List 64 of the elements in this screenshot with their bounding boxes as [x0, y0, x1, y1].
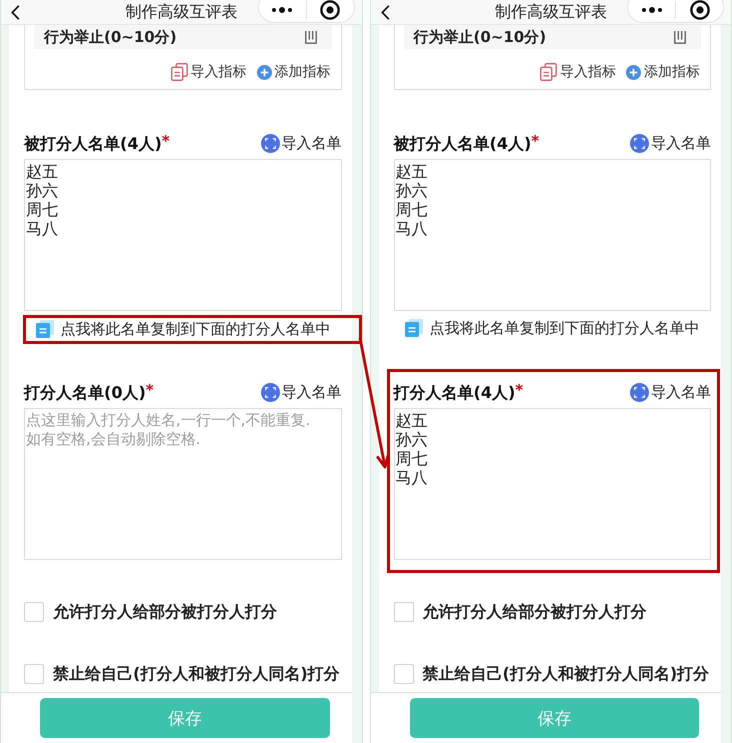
document-icon [405, 319, 424, 337]
add-criteria-button[interactable]: 添加指标 [626, 63, 700, 81]
name-entry: 赵五 [396, 411, 428, 430]
criteria-label: 行为举止(0~10分) [414, 28, 546, 46]
name-entry: 马八 [396, 219, 428, 238]
name-entry: 周七 [396, 449, 428, 468]
option-label: 禁止给自己(打分人和被打分人同名)打分 [422, 664, 710, 684]
document-icon [36, 320, 54, 338]
trash-icon[interactable] [674, 30, 686, 44]
expand-icon [260, 382, 280, 402]
plus-circle-icon [256, 64, 272, 80]
import-criteria-button[interactable]: 导入指标 [540, 63, 616, 81]
section-label: 被打分人名单(4人) [394, 134, 532, 152]
name-entry: 孙六 [396, 181, 428, 200]
circle-dot-icon[interactable] [320, 0, 340, 20]
criteria-label: 行为举止(0~10分) [44, 28, 177, 46]
checkbox[interactable] [394, 664, 414, 684]
import-list-button[interactable]: 导入名单 [260, 134, 342, 152]
documents-icon [540, 63, 557, 81]
required-mark: * [162, 132, 170, 150]
page-title: 制作高级互评表 [125, 2, 238, 22]
required-mark: * [531, 132, 540, 150]
name-entry: 孙六 [396, 430, 428, 449]
import-list-button[interactable]: 导入名单 [630, 382, 711, 402]
trash-icon[interactable] [304, 30, 316, 44]
required-mark: * [146, 380, 154, 398]
section-label: 打分人名单(4人) [394, 382, 516, 402]
import-criteria-button[interactable]: 导入指标 [170, 63, 246, 81]
name-entry: 孙六 [26, 181, 58, 200]
add-criteria-button[interactable]: 添加指标 [256, 63, 330, 81]
option-label: 允许打分人给部分被打分人打分 [53, 602, 277, 622]
option-label: 允许打分人给部分被打分人打分 [422, 602, 646, 622]
checkbox[interactable] [24, 664, 44, 684]
circle-dot-icon[interactable] [690, 0, 710, 20]
copy-list-link[interactable]: 点我将此名单复制到下面的打分人名单中 [36, 320, 330, 338]
checkbox[interactable] [394, 602, 414, 622]
section-label: 被打分人名单(4人) [24, 134, 162, 152]
expand-icon [630, 134, 649, 152]
names-textarea[interactable]: 赵五 孙六 周七 马八 [394, 408, 711, 560]
more-icon[interactable] [640, 7, 662, 13]
name-entry: 赵五 [26, 162, 58, 181]
page-title: 制作高级互评表 [494, 2, 607, 22]
names-textarea[interactable]: 赵五 孙六 周七 马八 [394, 159, 711, 311]
option-label: 禁止给自己(打分人和被打分人同名)打分 [53, 664, 340, 684]
name-entry: 周七 [26, 200, 58, 219]
name-entry: 马八 [26, 219, 58, 238]
names-textarea[interactable]: 点这里输入打分人姓名,一行一个,不能重复.如有空格,会自动剔除空格. [24, 408, 342, 560]
back-icon[interactable] [11, 4, 20, 20]
name-entry: 赵五 [396, 162, 428, 181]
checkbox[interactable] [24, 602, 44, 622]
expand-icon [260, 134, 280, 152]
name-entry: 马八 [396, 468, 428, 487]
expand-icon [630, 382, 649, 402]
names-textarea[interactable]: 赵五 孙六 周七 马八 [24, 159, 342, 311]
required-mark: * [515, 380, 524, 398]
import-list-button[interactable]: 导入名单 [260, 382, 342, 402]
documents-icon [170, 63, 188, 81]
back-icon[interactable] [380, 4, 390, 20]
plus-circle-icon [626, 64, 641, 80]
section-label: 打分人名单(0人) [24, 382, 146, 402]
copy-list-link[interactable]: 点我将此名单复制到下面的打分人名单中 [405, 318, 700, 338]
more-icon[interactable] [271, 7, 293, 13]
name-entry: 周七 [396, 200, 428, 219]
import-list-button[interactable]: 导入名单 [630, 134, 711, 152]
